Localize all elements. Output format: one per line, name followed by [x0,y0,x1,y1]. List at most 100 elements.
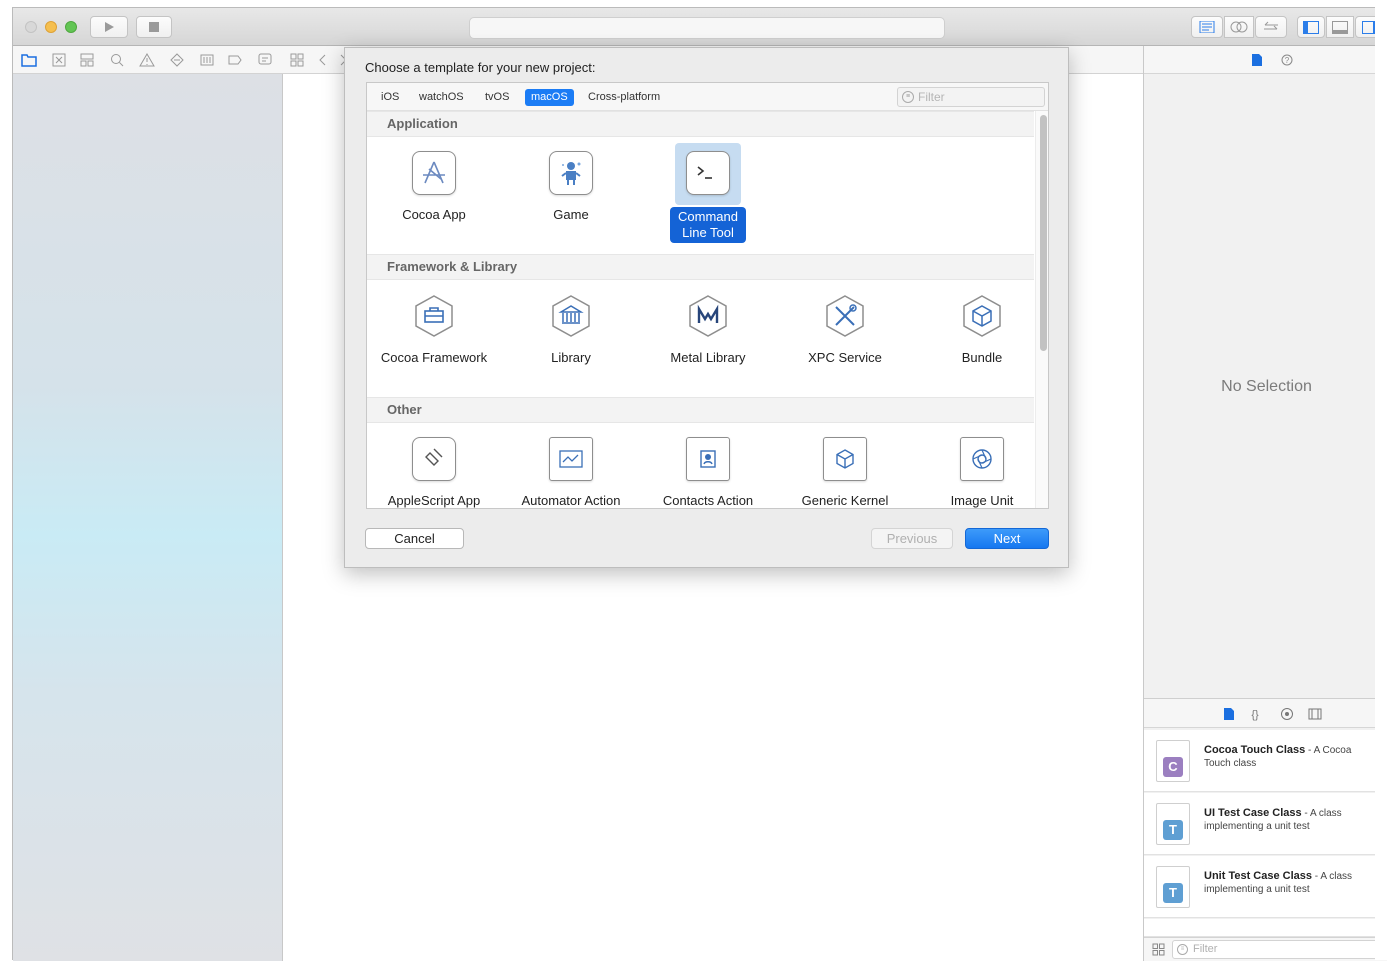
media-library-icon[interactable] [1308,707,1322,721]
library-item-name: UI Test Case Class [1204,807,1302,819]
scroll-thumb[interactable] [1040,115,1047,351]
selection-highlight [675,143,741,205]
library-item-desc: - A class [1301,808,1342,819]
version-editor-button[interactable] [1255,16,1287,38]
previous-button[interactable]: Previous [871,528,953,549]
toggle-debug-button[interactable] [1326,16,1354,38]
library-item-name: Cocoa Touch Class [1204,744,1306,756]
inspector-tabs: ? [1144,46,1387,74]
template-label: Game [553,207,589,222]
platform-tab-bar: iOS watchOS tvOS macOS Cross-platform ≡ … [367,83,1048,111]
warning-icon[interactable] [139,52,155,68]
aperture-icon [960,437,1004,481]
metal-icon [689,295,727,337]
test-diamond-icon[interactable] [169,52,185,68]
template-scrollbar[interactable] [1035,111,1048,508]
report-icon[interactable] [257,52,273,68]
symbol-navigator-icon[interactable] [79,52,95,68]
template-label: Metal Library [670,350,746,365]
source-control-icon[interactable] [51,52,67,68]
library-building-icon [552,295,590,337]
test-badge-icon: T [1163,883,1183,903]
template-applescript-app[interactable]: AppleScript App [367,425,501,508]
section-header-application: Application [367,111,1034,137]
library-tabs: {} [1144,698,1387,728]
minimize-window-button[interactable] [45,21,57,33]
template-label: XPC Service [808,350,882,365]
wrench-screwdriver-icon [826,295,864,337]
template-filter-input[interactable]: ≡ Filter [897,87,1045,107]
related-items-icon[interactable] [289,52,305,68]
template-cocoa-app[interactable]: Cocoa App [367,139,501,249]
lines-icon [1199,21,1215,33]
standard-editor-button[interactable] [1191,16,1223,38]
tab-cross-platform[interactable]: Cross-platform [582,89,666,106]
screen-edge [1375,0,1387,960]
file-icon: C [1156,740,1190,782]
template-generic-kernel[interactable]: Generic Kernel [778,425,912,508]
search-icon[interactable] [109,52,125,68]
tab-ios[interactable]: iOS [375,89,405,106]
template-library[interactable]: Library [504,282,638,392]
toolbar [13,8,1387,46]
template-command-line-tool[interactable]: Command Line Tool [641,139,775,249]
library-item-desc: - A class [1312,871,1353,882]
code-snippet-icon[interactable]: {} [1248,707,1262,721]
applescript-icon [412,437,456,481]
template-label: Image Unit [950,493,1014,508]
terminal-icon [686,151,730,195]
grid-view-icon[interactable] [1152,943,1165,956]
library-filter-bar: ≡ Filter [1144,937,1387,961]
tab-tvos[interactable]: tvOS [479,89,515,106]
zoom-window-button[interactable] [65,21,77,33]
filter-icon: ≡ [1177,944,1188,955]
template-game[interactable]: Game [504,139,638,249]
stop-button[interactable] [136,16,172,38]
template-cocoa-framework[interactable]: Cocoa Framework [367,282,501,392]
breakpoint-icon[interactable] [227,52,243,68]
assistant-editor-button[interactable] [1224,16,1254,38]
run-button[interactable] [90,16,128,38]
no-selection-label: No Selection [1221,378,1312,395]
app-store-icon [412,151,456,195]
library-item-cocoa-touch-class[interactable]: C Cocoa Touch Class - A Cocoa Touch class [1144,730,1387,792]
file-inspector-icon[interactable] [1251,53,1263,67]
automator-icon [549,437,593,481]
file-template-icon[interactable] [1223,707,1235,721]
tab-watchos[interactable]: watchOS [413,89,470,106]
toggle-navigator-button[interactable] [1297,16,1325,38]
back-chevron-icon[interactable] [315,52,331,68]
tab-macos[interactable]: macOS [525,89,574,106]
activity-viewer [469,17,945,39]
object-library-icon[interactable] [1280,707,1294,721]
template-bundle[interactable]: Bundle [915,282,1048,392]
library-filter-placeholder: Filter [1193,943,1218,955]
close-window-button[interactable] [25,21,37,33]
library-item-unit-test-case-class[interactable]: T Unit Test Case Class - A class implemen… [1144,856,1387,918]
svg-text:?: ? [1285,56,1290,65]
template-metal-library[interactable]: Metal Library [641,282,775,392]
template-image-unit[interactable]: Image Unit [915,425,1048,508]
kernel-cube-icon [823,437,867,481]
library-filter-input[interactable]: ≡ Filter [1172,940,1384,959]
library-item-ui-test-case-class[interactable]: T UI Test Case Class - A class implementi… [1144,793,1387,855]
filter-icon: ≡ [902,91,914,103]
template-contacts-action[interactable]: Contacts Action [641,425,775,508]
template-label: Cocoa App [402,207,466,222]
template-label: Cocoa Framework [380,350,488,365]
library-item-desc2: implementing a unit test [1204,821,1310,832]
cancel-button[interactable]: Cancel [365,528,464,549]
folder-icon[interactable] [21,52,37,68]
next-button[interactable]: Next [965,528,1049,549]
help-icon[interactable]: ? [1281,54,1293,66]
template-xpc-service[interactable]: XPC Service [778,282,912,392]
test-badge-icon: T [1163,820,1183,840]
template-chooser: iOS watchOS tvOS macOS Cross-platform ≡ … [366,82,1049,509]
template-automator-action[interactable]: Automator Action [504,425,638,508]
template-filter-placeholder: Filter [918,90,945,104]
label-line-2: Line Tool [682,225,734,240]
debug-navigator-icon[interactable] [199,52,215,68]
svg-text:{}: {} [1251,709,1259,721]
library-item-partial [1144,919,1387,937]
label-line-1: Command [678,209,738,224]
